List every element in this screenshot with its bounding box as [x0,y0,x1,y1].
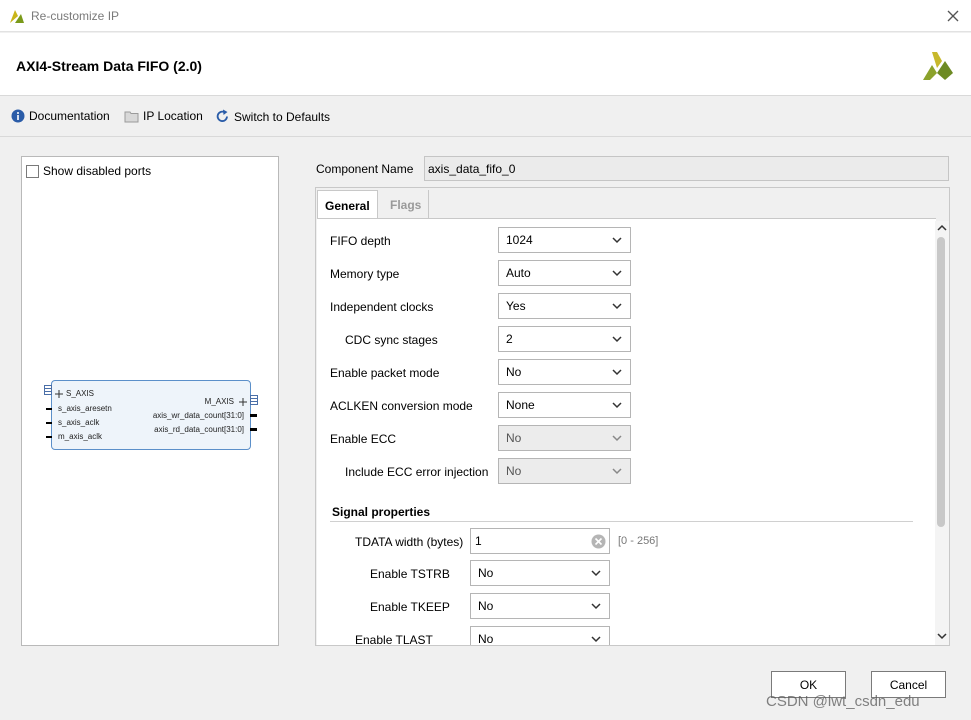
component-name-label: Component Name [316,162,414,176]
memory-type-select[interactable]: Auto [498,260,631,286]
expand-plus-icon[interactable] [239,398,247,406]
aclken-conversion-mode-select[interactable]: None [498,392,631,418]
fifo-depth-label: FIFO depth [330,234,391,248]
watermark-text: CSDN @lwt_csdn_edu [766,693,920,710]
enable-packet-mode-label: Enable packet mode [330,366,440,380]
enable-tlast-label: Enable TLAST [355,633,433,645]
show-disabled-ports-label: Show disabled ports [43,164,152,178]
chevron-down-icon [612,270,622,277]
scroll-up-icon[interactable] [936,223,948,233]
cdc-sync-stages-label: CDC sync stages [345,333,438,347]
refresh-icon [216,109,228,122]
bus-connector-icon [250,395,258,405]
config-tabs-panel: General Flags FIFO depth 1024 Memory typ… [315,187,950,646]
title-bar: Re-customize IP [0,0,971,32]
vivado-logo-icon [10,10,24,23]
section-divider [330,521,913,522]
general-tab-content: FIFO depth 1024 Memory type Auto Indepen… [317,218,936,645]
chevron-down-icon [612,435,622,442]
switch-to-defaults-label: Switch to Defaults [234,109,331,124]
clear-icon[interactable] [591,534,606,549]
enable-tlast-select[interactable]: No [470,626,610,645]
port-label: S_AXIS [66,389,95,398]
port-label: M_AXIS [204,397,234,406]
port-pin [46,436,52,438]
scroll-down-icon[interactable] [936,631,948,641]
include-ecc-error-injection-select: No [498,458,631,484]
expand-plus-icon[interactable] [55,390,63,398]
toolbar: Documentation IP Location Switch to Defa… [0,97,971,137]
enable-ecc-select: No [498,425,631,451]
folder-icon [124,111,139,122]
port-label: m_axis_aclk [58,432,103,441]
port-label: s_axis_aclk [58,418,100,427]
window-title: Re-customize IP [31,9,120,23]
documentation-label: Documentation [29,109,110,123]
port-label: axis_rd_data_count[31:0] [154,425,244,434]
tab-flags[interactable]: Flags [383,190,430,218]
aclken-conversion-mode-label: ACLKEN conversion mode [330,399,473,413]
port-pin [250,414,257,417]
enable-packet-mode-select[interactable]: No [498,359,631,385]
tdata-width-label: TDATA width (bytes) [355,535,464,549]
tdata-width-range: [0 - 256] [618,535,659,547]
scrollbar-thumb[interactable] [937,237,945,527]
tdata-width-input[interactable]: 1 [470,528,610,554]
ip-title: AXI4-Stream Data FIFO (2.0) [16,58,202,74]
ip-block-symbol[interactable]: S_AXIS s_axis_aresetn s_axis_aclk m_axis… [44,380,258,450]
ip-location-label: IP Location [143,109,203,123]
signal-properties-title: Signal properties [332,505,431,519]
component-name-input[interactable]: axis_data_fifo_0 [424,156,949,181]
enable-ecc-label: Enable ECC [330,432,397,446]
enable-tstrb-label: Enable TSTRB [370,567,450,581]
cdc-sync-stages-select[interactable]: 2 [498,326,631,352]
switch-to-defaults-button[interactable]: Switch to Defaults [215,109,330,124]
chevron-down-icon [591,570,601,577]
memory-type-label: Memory type [330,267,400,281]
close-icon[interactable] [944,7,962,25]
chevron-down-icon [612,336,622,343]
port-label: axis_wr_data_count[31:0] [152,411,244,420]
enable-tstrb-select[interactable]: No [470,560,610,586]
chevron-down-icon [612,402,622,409]
port-pin [46,422,52,424]
documentation-button[interactable]: Documentation [11,109,110,123]
info-icon [11,109,25,123]
chevron-down-icon [591,603,601,610]
bus-connector-icon [44,385,52,395]
chevron-down-icon [591,636,601,643]
dialog-header: AXI4-Stream Data FIFO (2.0) [0,33,971,96]
show-disabled-ports-checkbox[interactable] [26,165,39,178]
ip-symbol-panel: Show disabled ports S_AXIS s_axis_areset… [21,156,279,646]
enable-tkeep-label: Enable TKEEP [370,600,450,614]
fifo-depth-select[interactable]: 1024 [498,227,631,253]
include-ecc-error-injection-label: Include ECC error injection [345,465,489,479]
independent-clocks-select[interactable]: Yes [498,293,631,319]
vivado-brand-logo-icon [923,52,953,80]
ip-location-button[interactable]: IP Location [124,109,203,123]
chevron-down-icon [612,303,622,310]
port-pin [250,428,257,431]
vertical-scrollbar[interactable] [935,221,949,645]
port-pin [46,408,52,410]
port-label: s_axis_aresetn [58,404,112,413]
tab-general[interactable]: General [317,190,378,218]
independent-clocks-label: Independent clocks [330,300,434,314]
chevron-down-icon [612,369,622,376]
chevron-down-icon [612,468,622,475]
enable-tkeep-select[interactable]: No [470,593,610,619]
chevron-down-icon [612,237,622,244]
